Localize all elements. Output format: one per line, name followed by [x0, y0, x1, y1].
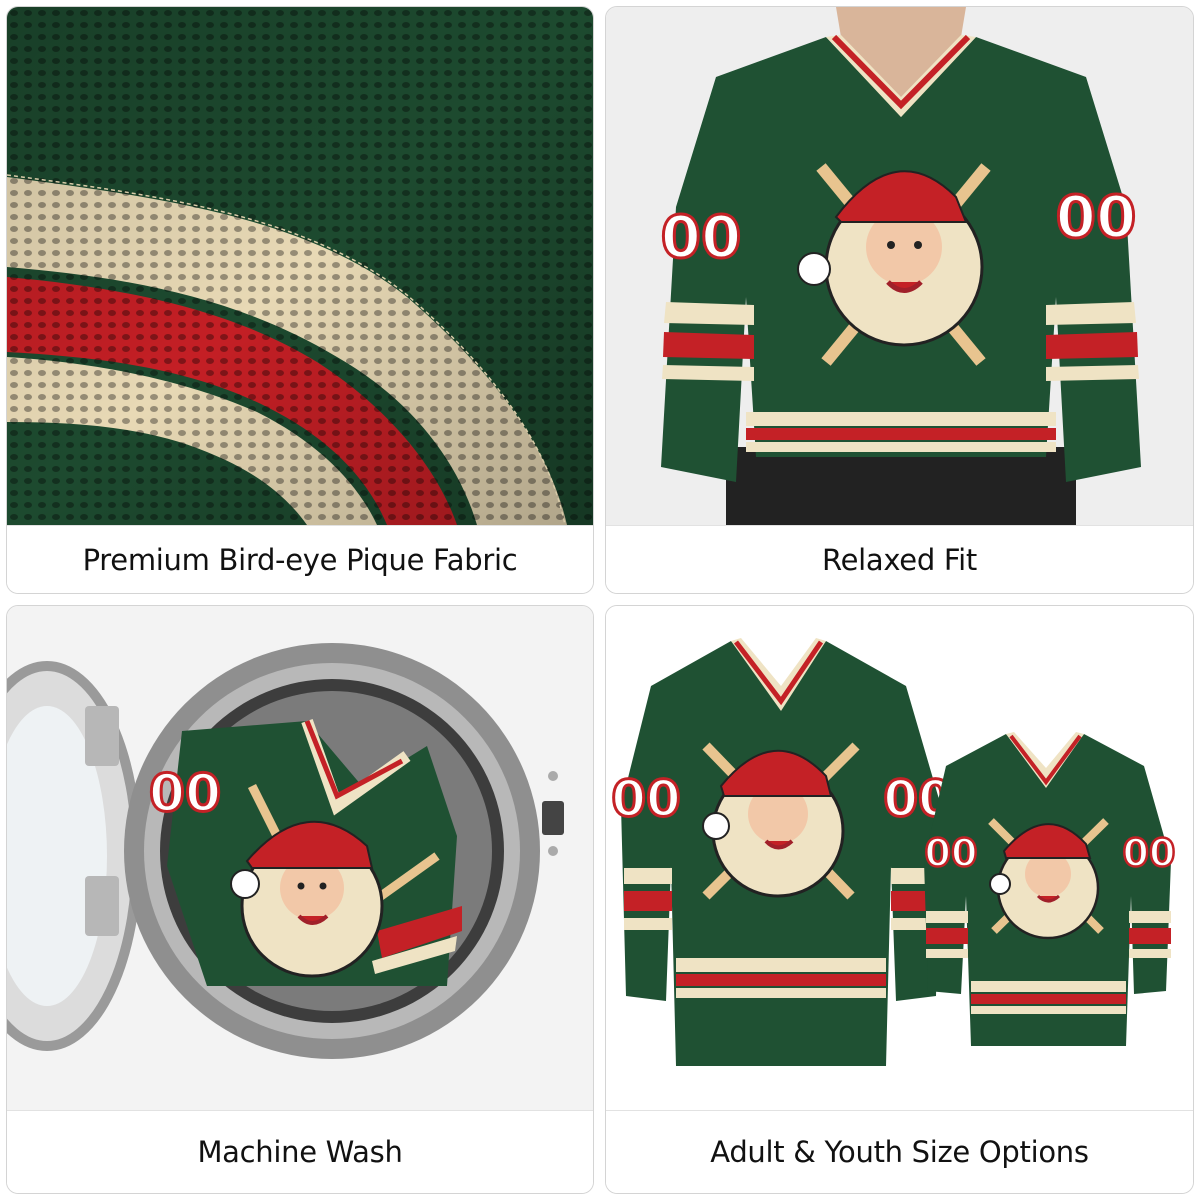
- washing-machine-photo: 00: [7, 606, 593, 1110]
- feature-caption: Machine Wash: [7, 1110, 593, 1193]
- sleeve-number: 00: [149, 764, 221, 824]
- feature-card-fit: 00 00 Relaxed Fit: [605, 6, 1194, 594]
- feature-card-fabric: Premium Bird-eye Pique Fabric: [6, 6, 594, 594]
- feature-card-wash: 00 Machine Wash: [6, 605, 594, 1194]
- sleeve-number: 00: [1056, 183, 1137, 251]
- sleeve-number: 00: [611, 770, 681, 828]
- feature-caption: Relaxed Fit: [606, 525, 1193, 593]
- adult-youth-jersey-photo: 00 00 00 00: [606, 606, 1193, 1110]
- fabric-closeup-photo: [7, 7, 593, 525]
- feature-caption: Adult & Youth Size Options: [606, 1110, 1193, 1193]
- sleeve-number: 00: [661, 203, 742, 271]
- feature-caption: Premium Bird-eye Pique Fabric: [7, 525, 593, 593]
- worn-jersey-photo: 00 00: [606, 7, 1193, 525]
- feature-card-sizes: 00 00 00 00 Adult & Youth Size Options: [605, 605, 1194, 1194]
- sleeve-number: 00: [1123, 831, 1176, 875]
- sleeve-number: 00: [925, 831, 978, 875]
